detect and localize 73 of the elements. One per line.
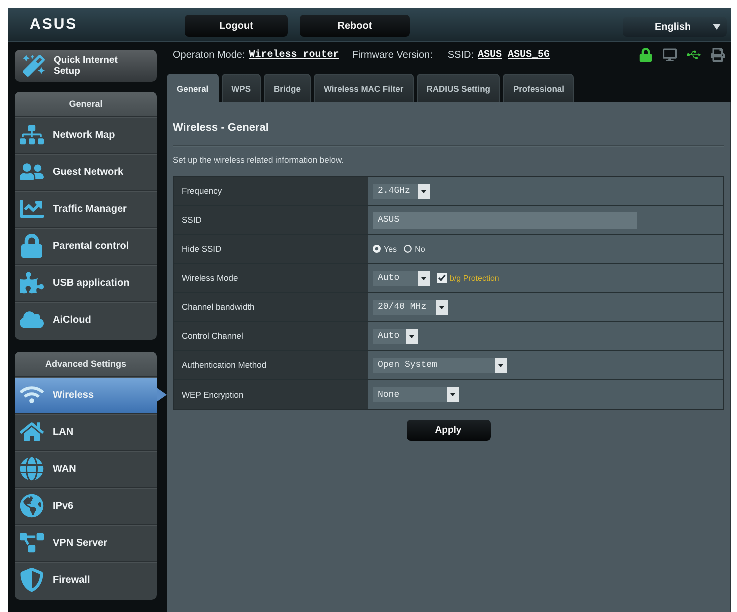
panel-title: Wireless - General (173, 121, 270, 136)
pointer-icon (157, 388, 167, 402)
caret-icon (447, 387, 459, 402)
field-label: Channel bandwidth (174, 293, 368, 321)
radio-option[interactable]: Yes (373, 244, 398, 254)
tab[interactable]: Bridge (264, 74, 311, 102)
tab[interactable]: WPS (222, 74, 262, 102)
section-header: General (15, 92, 157, 116)
tab[interactable]: RADIUS Setting (416, 74, 500, 102)
lock-icon (20, 234, 44, 258)
ssid-label: SSID: (448, 50, 474, 60)
network-icon (20, 531, 44, 555)
menu-item[interactable]: AiCloud (15, 301, 157, 338)
dropdown-select[interactable]: Open System (373, 358, 507, 372)
caret-icon (406, 328, 418, 344)
field-label: Control Channel (174, 322, 368, 350)
menu-item[interactable]: USB application (15, 264, 157, 301)
menu-item[interactable]: Parental control (15, 227, 157, 264)
caret-icon (418, 184, 430, 198)
menu-item[interactable]: Network Map (15, 116, 157, 153)
menu-item[interactable]: Guest Network (15, 153, 157, 190)
field-label: Wireless Mode (174, 264, 368, 292)
section-header: Advanced Settings (15, 352, 157, 376)
radio-option[interactable]: No (404, 244, 426, 254)
printer-icon[interactable] (711, 48, 725, 62)
header-button[interactable]: Logout (185, 15, 288, 37)
globe-icon (20, 457, 44, 481)
caret-icon (418, 270, 430, 286)
globe-icon (20, 494, 44, 518)
wand-icon (23, 55, 45, 77)
tab[interactable]: Professional (503, 74, 574, 102)
dropdown-select[interactable]: None (373, 387, 459, 402)
field-label: WEP Encryption (174, 380, 368, 409)
menu-item[interactable]: LAN (15, 413, 157, 450)
tab[interactable]: General (167, 74, 219, 102)
caret-icon (436, 300, 448, 314)
checkbox-option[interactable]: b/g Protection (437, 273, 500, 283)
ssid-link[interactable]: ASUS_5G (508, 50, 550, 60)
caret-icon (495, 358, 507, 372)
mode-label: Operaton Mode: (173, 50, 246, 60)
ssid-input[interactable]: ASUS (373, 212, 637, 228)
monitor-icon[interactable] (663, 48, 677, 62)
field-label: SSID (174, 206, 368, 234)
usb-icon[interactable] (687, 48, 701, 62)
sitemap-icon (20, 123, 44, 147)
quick-setup-button[interactable]: Quick Internet Setup (15, 50, 157, 82)
menu-item[interactable]: VPN Server (15, 524, 157, 561)
house-icon (20, 420, 44, 444)
menu-item[interactable]: Traffic Manager (15, 190, 157, 227)
dropdown-select[interactable]: 20/40 MHz (373, 300, 448, 314)
tab[interactable]: Wireless MAC Filter (314, 74, 414, 102)
caret-icon (713, 24, 721, 30)
field-label: Frequency (174, 177, 368, 205)
dropdown-select[interactable]: Auto (373, 328, 418, 344)
field-label: Hide SSID (174, 235, 368, 263)
operation-mode-link[interactable]: Wireless router (249, 50, 340, 60)
ssid-link[interactable]: ASUS (478, 50, 502, 60)
apply-button[interactable]: Apply (406, 420, 490, 441)
lock-icon[interactable] (639, 48, 653, 62)
firmware-label: Firmware Version: (352, 50, 433, 60)
menu-item[interactable]: IPv6 (15, 487, 157, 524)
dropdown-select[interactable]: 2.4GHz (373, 184, 430, 198)
logo: ASUS (29, 16, 79, 32)
header-button[interactable]: Reboot (300, 15, 410, 37)
panel-description: Set up the wireless related information below. (173, 155, 346, 166)
puzzle-icon (20, 271, 44, 295)
chart-line-icon (20, 197, 44, 221)
shield-icon (20, 568, 44, 592)
dropdown-select[interactable]: Auto (373, 270, 430, 286)
language-select[interactable]: English (623, 17, 727, 37)
field-label: Authentication Method (174, 351, 368, 379)
menu-item[interactable]: Firewall (15, 561, 157, 598)
menu-item[interactable]: WAN (15, 450, 157, 487)
